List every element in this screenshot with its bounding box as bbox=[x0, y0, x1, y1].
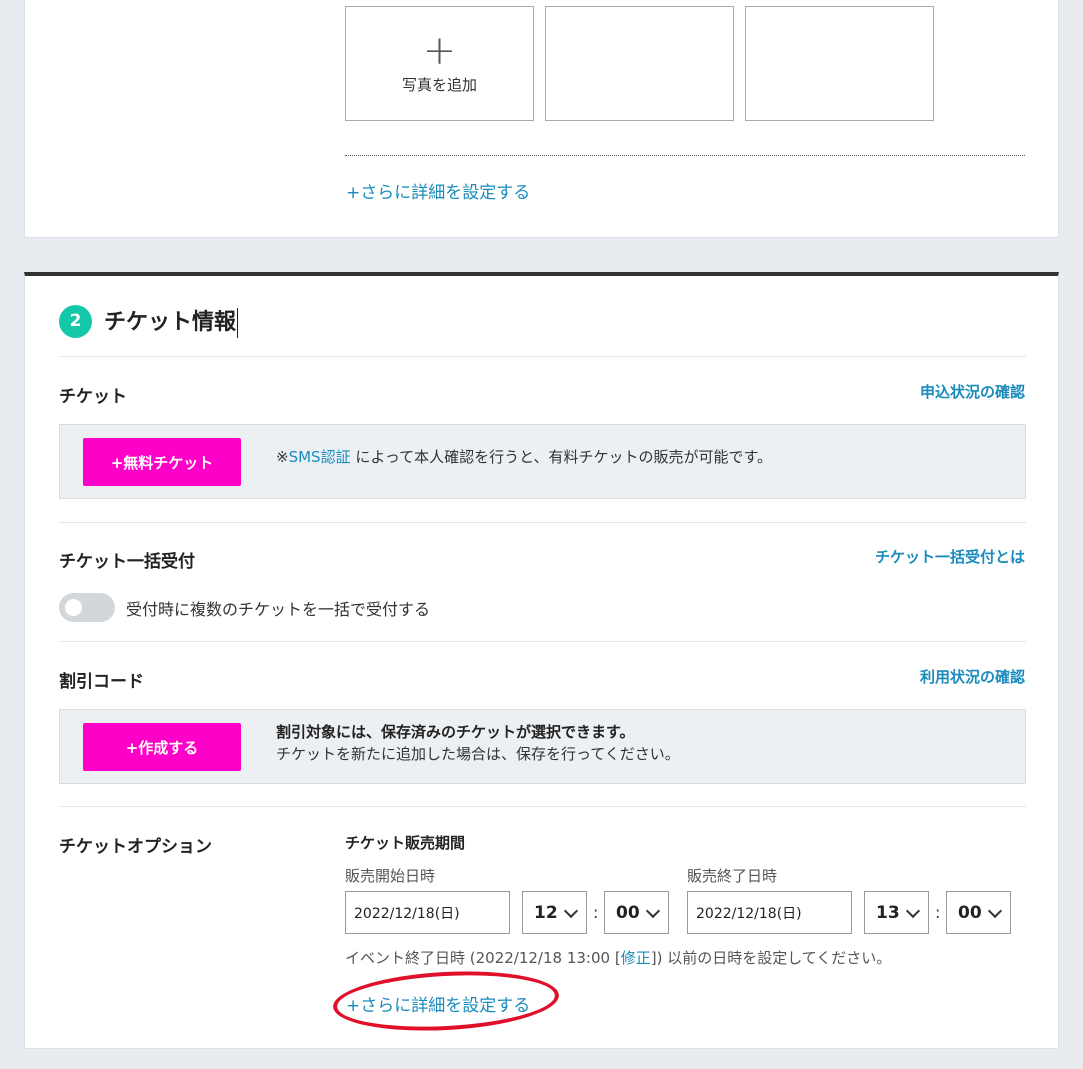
sale-period-title: チケット販売期間 bbox=[345, 834, 466, 852]
chevron-down-icon bbox=[645, 903, 661, 919]
chevron-down-icon bbox=[563, 903, 579, 919]
sale-start-minute-select[interactable]: 00 bbox=[604, 891, 669, 934]
create-discount-button[interactable]: +作成する bbox=[83, 723, 241, 771]
text-caret bbox=[237, 308, 239, 338]
sale-start-hour-select[interactable]: 12 bbox=[522, 891, 587, 934]
add-photo-button[interactable]: + 写真を追加 bbox=[345, 6, 534, 121]
sale-end-label: 販売終了日時 bbox=[687, 867, 778, 885]
sale-end-minute-select[interactable]: 00 bbox=[946, 891, 1011, 934]
bulk-reception-help-link[interactable]: チケット一括受付とは bbox=[875, 546, 1025, 567]
divider bbox=[59, 356, 1026, 357]
sale-start-date-input[interactable]: 2022/12/18(日) bbox=[345, 891, 510, 934]
section-number-badge: 2 bbox=[59, 304, 92, 338]
divider bbox=[59, 806, 1026, 807]
ticket-options-label: チケットオプション bbox=[59, 837, 212, 857]
sms-note: ※SMS認証 によって本人確認を行うと、有料チケットの販売が可能です。 bbox=[276, 448, 773, 466]
sale-start-label: 販売開始日時 bbox=[345, 867, 436, 885]
more-settings-link[interactable]: +さらに詳細を設定する bbox=[346, 178, 530, 203]
chevron-down-icon bbox=[905, 903, 921, 919]
bulk-reception-toggle[interactable] bbox=[59, 593, 115, 622]
divider bbox=[59, 522, 1026, 523]
ticket-info-card: 2 チケット情報 チケット 申込状況の確認 +無料チケット ※SMS認証 によっ… bbox=[24, 272, 1059, 1049]
bulk-reception-label: チケット一括受付 bbox=[59, 552, 195, 572]
edit-event-end-link[interactable]: 修正 bbox=[621, 949, 651, 967]
chevron-down-icon bbox=[987, 903, 1003, 919]
sms-auth-link[interactable]: SMS認証 bbox=[289, 448, 351, 466]
bulk-reception-toggle-label: 受付時に複数のチケットを一括で受付する bbox=[126, 600, 431, 619]
photo-slot[interactable] bbox=[545, 6, 734, 121]
discount-box: +作成する 割引対象には、保存済みのチケットが選択できます。 チケットを新たに追… bbox=[59, 709, 1026, 784]
sale-end-date-input[interactable]: 2022/12/18(日) bbox=[687, 891, 852, 934]
toggle-knob bbox=[65, 599, 82, 616]
divider bbox=[59, 641, 1026, 642]
sale-period-hint: イベント終了日時 (2022/12/18 13:00 [修正]) 以前の日時を設… bbox=[345, 949, 892, 967]
section-title: チケット情報 bbox=[104, 304, 239, 338]
section-header: 2 チケット情報 bbox=[59, 304, 239, 338]
discount-code-label: 割引コード bbox=[59, 672, 144, 692]
ticket-label: チケット bbox=[59, 387, 127, 407]
dotted-divider bbox=[345, 155, 1025, 156]
more-settings-link[interactable]: +さらに詳細を設定する bbox=[346, 991, 530, 1016]
plus-icon: + bbox=[422, 28, 457, 74]
time-colon: : bbox=[935, 903, 941, 922]
time-colon: : bbox=[593, 903, 599, 922]
photo-slot[interactable] bbox=[745, 6, 934, 121]
ticket-box: +無料チケット ※SMS認証 によって本人確認を行うと、有料チケットの販売が可能… bbox=[59, 424, 1026, 499]
add-free-ticket-button[interactable]: +無料チケット bbox=[83, 438, 241, 486]
event-basic-card: + 写真を追加 +さらに詳細を設定する bbox=[24, 0, 1059, 238]
add-photo-label: 写真を追加 bbox=[401, 76, 477, 94]
usage-status-link[interactable]: 利用状況の確認 bbox=[920, 666, 1025, 687]
sale-end-hour-select[interactable]: 13 bbox=[864, 891, 929, 934]
application-status-link[interactable]: 申込状況の確認 bbox=[920, 381, 1025, 402]
discount-note: 割引対象には、保存済みのチケットが選択できます。 チケットを新たに追加した場合は… bbox=[276, 723, 680, 763]
